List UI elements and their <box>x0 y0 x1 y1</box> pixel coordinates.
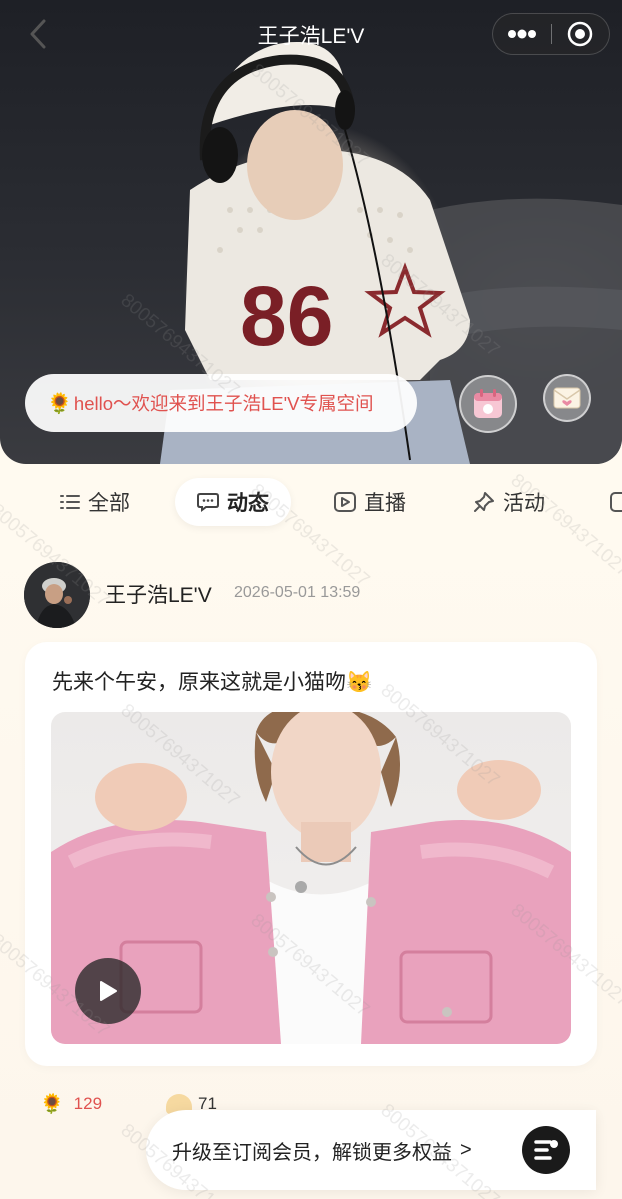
tab-label: 直播 <box>364 492 406 515</box>
pin-icon <box>473 491 495 513</box>
tab-events[interactable]: 活动 <box>473 478 545 526</box>
target-circle-icon[interactable] <box>551 14 609 54</box>
tab-label: 全部 <box>88 492 130 515</box>
tab-moments[interactable]: 动态 <box>175 478 291 526</box>
calendar-sticker-icon <box>474 389 502 418</box>
sunflower-reaction[interactable]: 🌻 129 <box>40 1084 102 1124</box>
membership-logo-icon <box>522 1126 570 1174</box>
upgrade-text: 升级至订阅会员，解锁更多权益 <box>172 1141 452 1164</box>
tab-all[interactable]: 全部 <box>60 478 130 526</box>
partial-tab-icon <box>610 492 622 512</box>
letter-button[interactable] <box>543 374 591 422</box>
post-video-thumbnail[interactable] <box>51 712 571 1044</box>
post-card[interactable]: 先来个午安，原来这就是小猫吻😽 <box>25 642 597 1066</box>
mini-program-capsule <box>492 13 610 55</box>
welcome-banner[interactable]: 🌻 hello～欢迎来到王子浩LE'V专属空间 <box>25 374 417 432</box>
upgrade-membership-banner[interactable]: 升级至订阅会员，解锁更多权益 > <box>146 1110 596 1190</box>
play-icon <box>100 981 117 1001</box>
list-icon <box>60 493 80 511</box>
chat-bubble-icon <box>197 492 219 512</box>
tab-more-partial[interactable] <box>610 478 622 526</box>
tab-live[interactable]: 直播 <box>334 478 406 526</box>
more-dots-icon[interactable] <box>493 14 551 54</box>
tab-bar: 全部 动态 直播 活动 <box>0 470 622 532</box>
author-name[interactable]: 王子浩LE'V <box>105 579 212 609</box>
live-play-icon <box>334 492 356 512</box>
tab-label: 动态 <box>227 492 269 515</box>
welcome-text: hello～欢迎来到王子浩LE'V专属空间 <box>73 393 374 414</box>
chevron-right-icon: > <box>460 1138 472 1161</box>
tab-label: 活动 <box>503 492 545 515</box>
hero-banner: 86 王子浩LE'V 🌻 hello～欢迎来到王子浩LE'V专属空间 <box>0 0 622 464</box>
post-text: 先来个午安，原来这就是小猫吻😽 <box>52 671 373 694</box>
sunflower-icon: 🌻 <box>40 1094 64 1115</box>
reaction-count: 129 <box>73 1094 103 1113</box>
svg-text:86: 86 <box>240 269 333 363</box>
play-button[interactable] <box>75 958 141 1024</box>
envelope-icon <box>553 387 581 409</box>
post-timestamp: 2026-05-01 13:59 <box>234 584 361 601</box>
calendar-sticker-button[interactable] <box>459 375 517 433</box>
sunflower-icon: 🌻 <box>47 392 72 415</box>
author-avatar[interactable] <box>24 562 90 628</box>
